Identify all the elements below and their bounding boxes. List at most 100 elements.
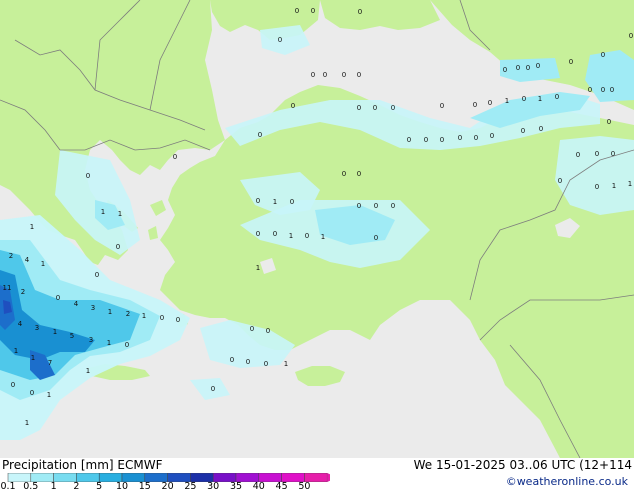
precip-value-label: 1 xyxy=(47,391,51,399)
precip-value-label: 0 xyxy=(358,8,362,16)
precip-value-label: 0 xyxy=(342,71,346,79)
precip-value-label: 0 xyxy=(95,271,99,279)
precip-value-label: 0 xyxy=(342,170,346,178)
precip-value-label: 0 xyxy=(273,230,277,238)
precip-value-label: 0 xyxy=(246,358,250,366)
legend-tick-label: 15 xyxy=(138,481,151,492)
precip-value-label: 0 xyxy=(291,102,295,110)
precip-value-label: 1 xyxy=(25,419,29,427)
legend-tick-label: 45 xyxy=(275,481,288,492)
legend-tick-label: 20 xyxy=(161,481,174,492)
precip-value-label: 5 xyxy=(70,332,74,340)
legend-tick-label: 25 xyxy=(184,481,197,492)
precip-value-label: 1 xyxy=(284,360,288,368)
precip-value-label: 0 xyxy=(264,360,268,368)
model-name: ECMWF xyxy=(117,458,163,472)
precip-value-label: 4 xyxy=(18,320,23,328)
precip-value-label: 0 xyxy=(576,151,580,159)
precip-value-label: 0 xyxy=(305,232,309,240)
precip-value-label: 0 xyxy=(474,134,478,142)
precip-value-label: 1 xyxy=(86,367,90,375)
precip-value-label: 0 xyxy=(323,71,327,79)
precip-value-label: 0 xyxy=(601,86,605,94)
precip-value-label: 1 xyxy=(53,328,57,336)
precip-value-label: 1 xyxy=(628,180,632,188)
precip-value-label: 7 xyxy=(48,359,52,367)
precip-value-label: 0 xyxy=(503,66,507,74)
precip-value-label: 4 xyxy=(74,300,79,308)
precip-value-label: 0 xyxy=(374,234,378,242)
legend-tick-label: 5 xyxy=(96,481,103,492)
legend-tick-label: 40 xyxy=(252,481,265,492)
precip-value-label: 0 xyxy=(424,136,428,144)
precip-value-label: 0 xyxy=(357,104,361,112)
precip-value-label: 0 xyxy=(256,230,260,238)
precip-value-label: 0 xyxy=(595,150,599,158)
precip-value-label: 0 xyxy=(391,202,395,210)
precip-value-label: 0 xyxy=(601,51,605,59)
precip-value-label: 0 xyxy=(526,64,530,72)
legend-tick-label: 0.1 xyxy=(0,481,16,492)
precip-value-label: 0 xyxy=(266,327,270,335)
valid-time: We 15-01-2025 03..06 UTC (12+114 xyxy=(413,458,632,472)
precip-value-label: 0 xyxy=(522,95,526,103)
precip-value-label: 3 xyxy=(89,336,93,344)
precip-value-label: 1 xyxy=(273,198,277,206)
precip-value-label: 3 xyxy=(35,324,39,332)
precip-value-label: 0 xyxy=(357,71,361,79)
precip-value-label: 0 xyxy=(458,134,462,142)
precip-value-label: 0 xyxy=(311,7,315,15)
precip-value-label: 0 xyxy=(357,170,361,178)
title-text: Precipitation [mm] xyxy=(2,458,114,472)
precip-value-label: 1 xyxy=(107,339,111,347)
precip-value-label: 1 xyxy=(142,312,146,320)
precip-value-label: 0 xyxy=(30,389,34,397)
precip-value-label: 1 xyxy=(31,354,35,362)
precip-value-label: 0 xyxy=(595,183,599,191)
precip-value-label: 0 xyxy=(295,7,299,15)
map-title: Precipitation [mm] ECMWF xyxy=(2,458,162,472)
precip-value-label: 11 xyxy=(3,284,12,292)
precip-value-label: 0 xyxy=(569,58,573,66)
precip-value-label: 0 xyxy=(230,356,234,364)
precip-value-label: 1 xyxy=(256,264,260,272)
precip-value-label: 0 xyxy=(440,102,444,110)
precip-value-label: 1 xyxy=(101,208,105,216)
precip-value-label: 1 xyxy=(289,232,293,240)
precip-value-label: 0 xyxy=(256,197,260,205)
precip-value-label: 0 xyxy=(86,172,90,180)
precip-value-label: 1 xyxy=(538,95,542,103)
precip-value-label: 0 xyxy=(278,36,282,44)
precip-value-label: 0 xyxy=(56,294,60,302)
precip-value-label: 1 xyxy=(118,210,122,218)
precip-value-label: 1 xyxy=(321,233,325,241)
precip-value-label: 4 xyxy=(25,256,30,264)
precip-value-label: 2 xyxy=(9,252,13,260)
legend-tick-label: 1 xyxy=(50,481,57,492)
precip-value-label: 0 xyxy=(290,198,294,206)
credit-link[interactable]: ©weatheronline.co.uk xyxy=(506,475,628,488)
precip-value-label: 0 xyxy=(357,202,361,210)
precip-value-label: 0 xyxy=(373,104,377,112)
legend-tick-label: 2 xyxy=(73,481,80,492)
legend-tick-label: 10 xyxy=(115,481,129,492)
legend-tick-label: 30 xyxy=(207,481,220,492)
precip-value-label: 0 xyxy=(311,71,315,79)
precip-value-label: 0 xyxy=(588,86,592,94)
precip-value-label: 0 xyxy=(160,314,164,322)
footer: Precipitation [mm] ECMWF We 15-01-2025 0… xyxy=(0,458,634,492)
precip-value-label: 0 xyxy=(125,341,129,349)
precip-value-label: 1 xyxy=(41,260,45,268)
precip-value-label: 0 xyxy=(611,150,615,158)
legend-tick-label: 35 xyxy=(229,481,243,492)
land-crimea xyxy=(320,0,440,30)
precip-value-label: 0 xyxy=(558,177,562,185)
legend-tick-label: 50 xyxy=(298,481,311,492)
precip-value-label: 0 xyxy=(473,101,477,109)
precip-value-label: 3 xyxy=(91,304,95,312)
precip-value-label: 0 xyxy=(539,125,543,133)
precip-value-label: 0 xyxy=(391,104,395,112)
precip-value-label: 1 xyxy=(108,308,112,316)
precip-value-label: 0 xyxy=(521,127,525,135)
precip-value-label: 0 xyxy=(250,325,254,333)
